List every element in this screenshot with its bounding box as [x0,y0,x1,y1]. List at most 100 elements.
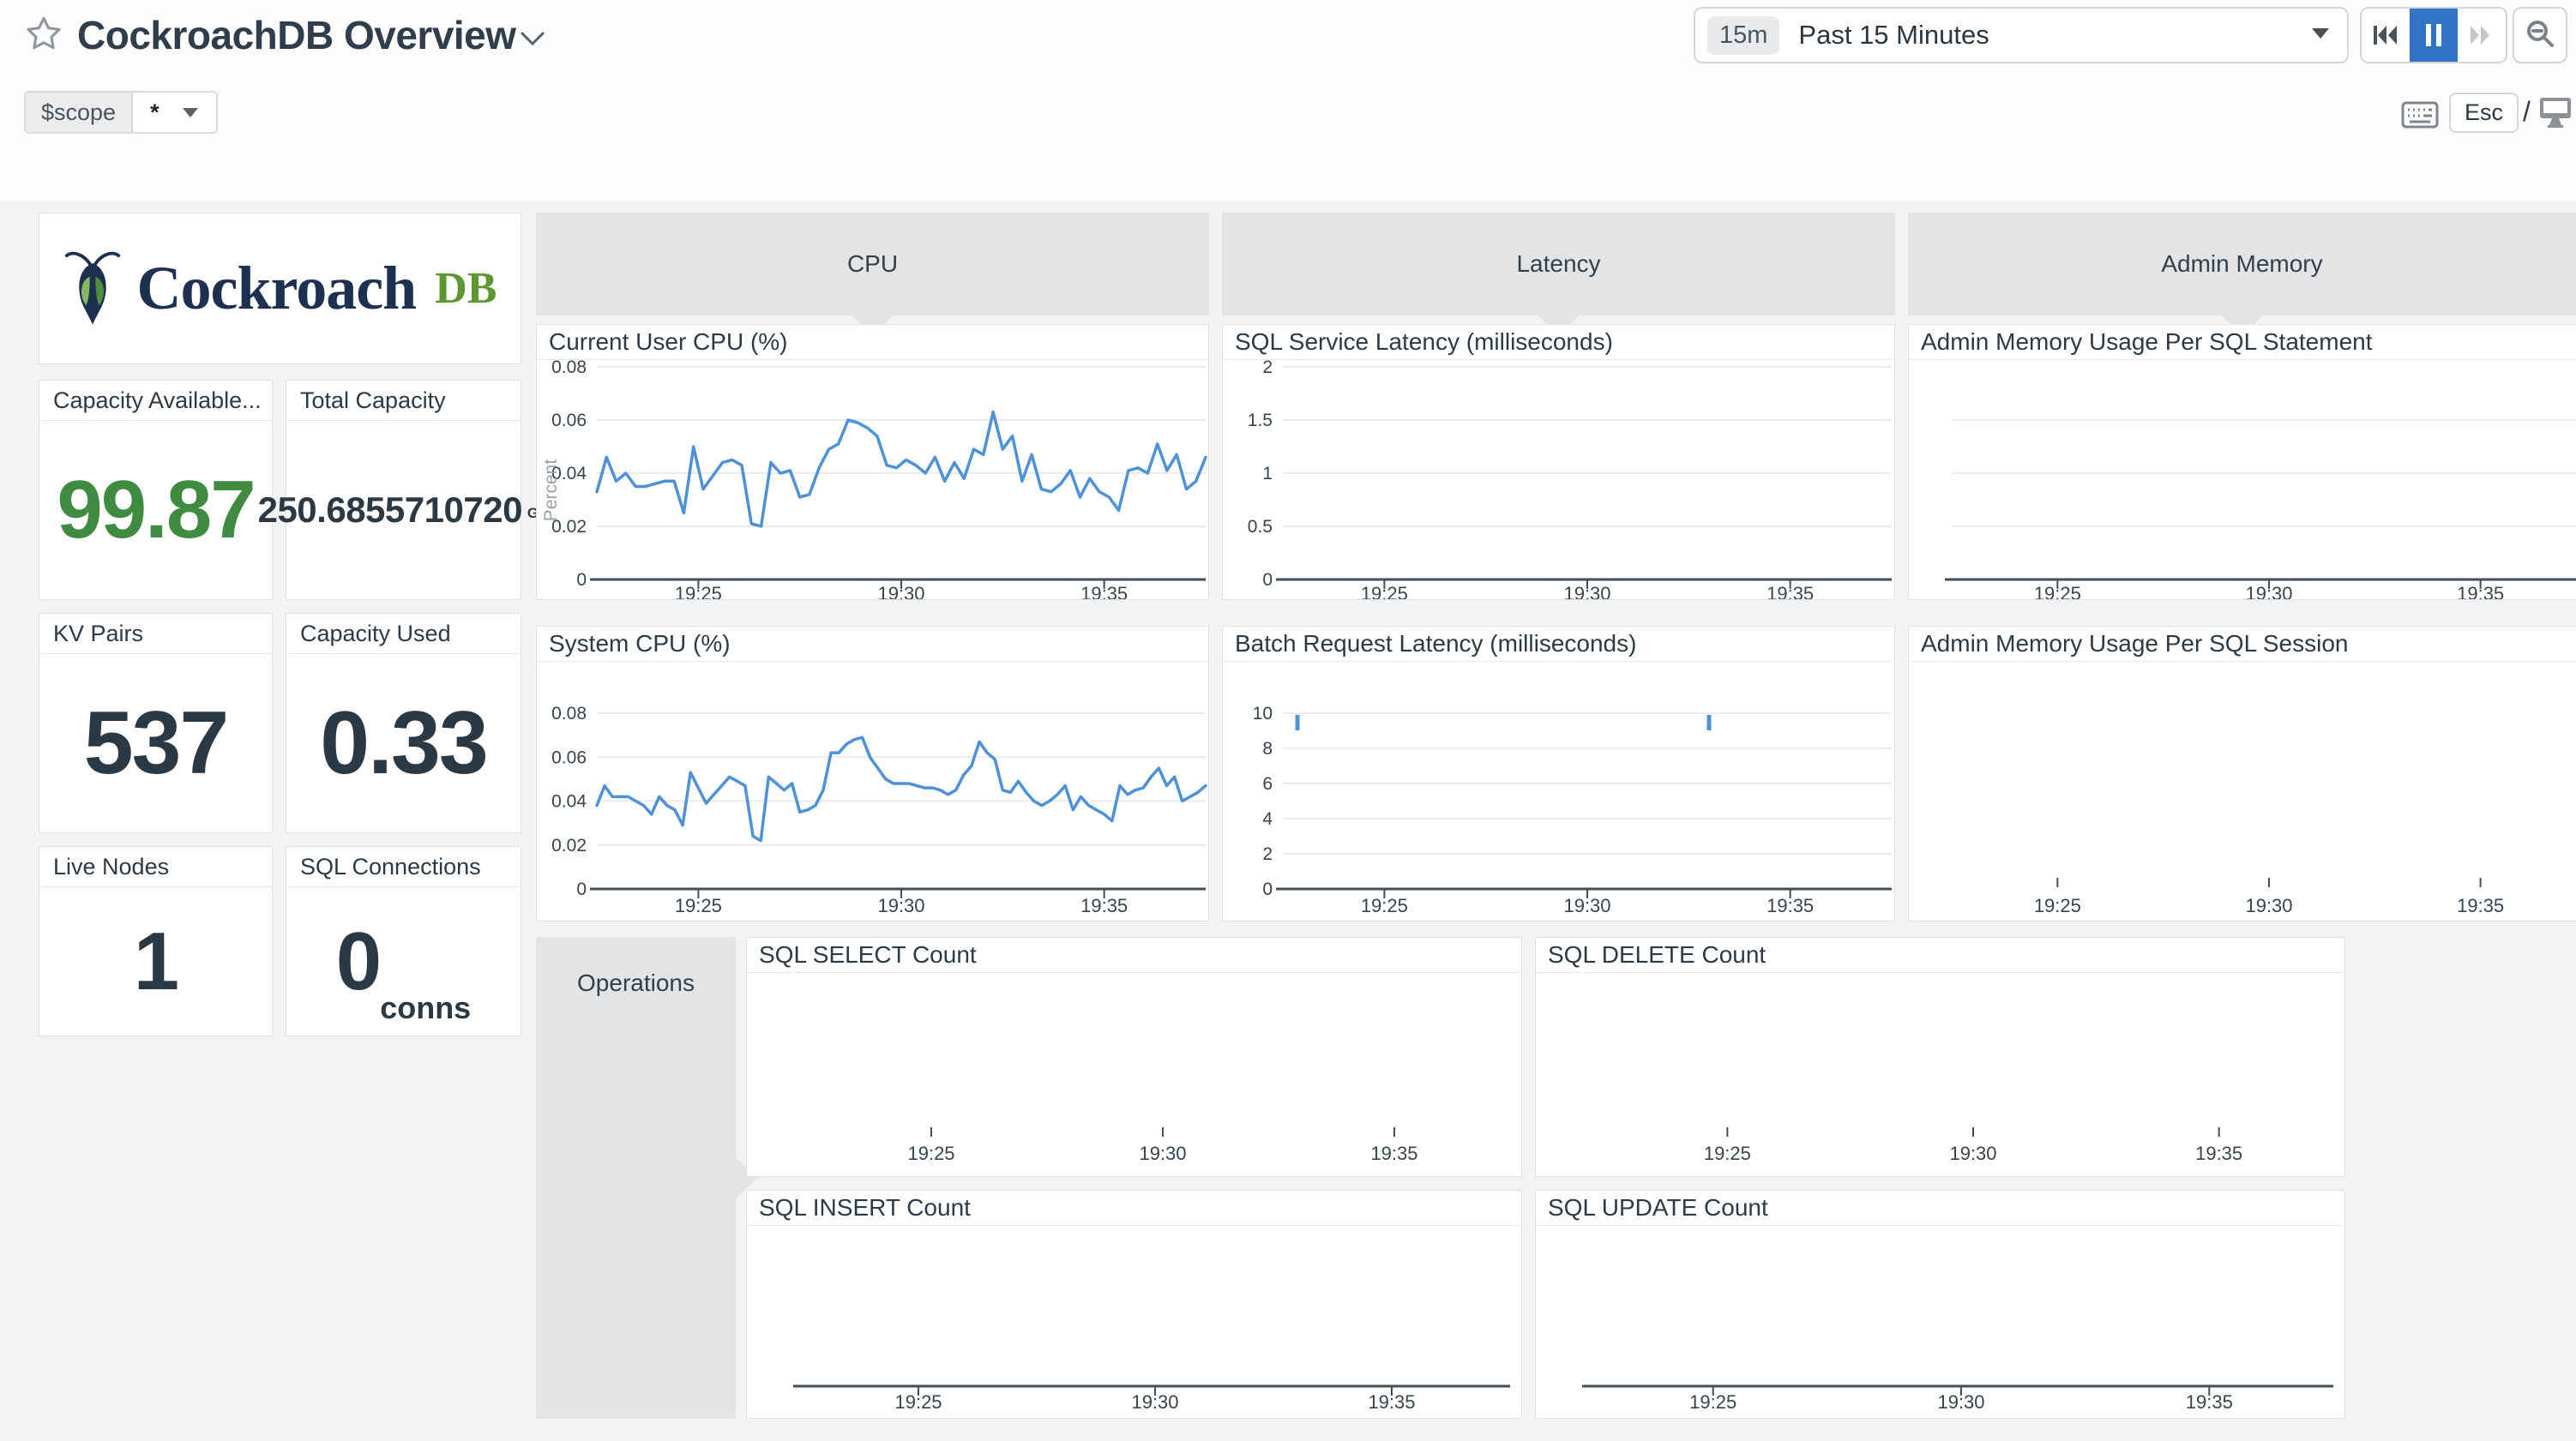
scope-filter-value[interactable]: * [133,93,216,132]
stat-title: SQL Connections [286,847,521,887]
stat-card-sql-connections: SQL Connections 0 conns [286,846,521,1036]
svg-text:19:25: 19:25 [2034,583,2081,599]
group-header-label: Latency [1516,250,1600,278]
svg-text:19:25: 19:25 [1361,583,1408,599]
svg-text:2: 2 [1262,360,1273,377]
svg-text:6: 6 [1262,774,1273,794]
chart-title: Batch Request Latency (milliseconds) [1223,627,1894,662]
svg-text:19:25: 19:25 [894,1391,942,1413]
svg-text:0.08: 0.08 [551,704,587,724]
group-header-operations[interactable]: Operations [536,937,736,1419]
pause-button[interactable] [2410,9,2458,62]
svg-text:0: 0 [576,880,587,899]
chart-admin-memory-session: Admin Memory Usage Per SQL Session 19:25… [1908,626,2576,922]
scope-filter-label: $scope [26,93,133,132]
monitor-icon[interactable] [2538,96,2573,133]
scope-caret-icon [182,106,199,118]
chart-batch-request-latency: Batch Request Latency (milliseconds) 0 2 4… [1222,626,1895,922]
svg-text:4: 4 [1262,809,1273,829]
cockroach-bug-icon [63,246,122,331]
svg-text:19:30: 19:30 [877,895,924,916]
chart-plot-area[interactable]: 024681019:2519:3019:35 [1223,662,1894,921]
chart-plot-area[interactable]: 19:2519:3019:35 [1536,973,2344,1176]
chart-ylabel: Percent [541,452,562,529]
scope-filter[interactable]: $scope * [24,91,218,134]
stat-value: 0 [336,921,380,1003]
svg-text:0: 0 [1262,570,1273,590]
svg-text:19:30: 19:30 [1131,1391,1178,1413]
title-chevron-down-icon[interactable] [518,29,547,52]
chart-plot-area[interactable]: 19:2519:3019:35 [1909,360,2576,599]
chart-sql-delete-count: SQL DELETE Count 19:2519:3019:35 [1535,937,2345,1177]
stat-title: Total Capacity [286,381,521,421]
chart-sql-select-count: SQL SELECT Count 19:2519:3019:35 [746,937,1522,1177]
time-range-selector[interactable]: 15m Past 15 Minutes [1694,7,2349,63]
chart-system-cpu: System CPU (%) 00.020.040.060.0819:2519:… [536,626,1209,922]
stat-title: KV Pairs [39,614,272,654]
chart-sql-update-count: SQL UPDATE Count 19:2519:3019:35 [1535,1190,2345,1419]
chart-plot-area[interactable]: 00.511.5219:2519:3019:35 [1223,360,1894,599]
svg-text:19:25: 19:25 [1361,895,1408,916]
stat-value: 1 [134,921,178,1003]
group-header-label: Admin Memory [2161,250,2322,278]
keyboard-icon [2401,101,2439,133]
chart-title: Admin Memory Usage Per SQL Statement [1909,325,2576,360]
chart-title: SQL SELECT Count [747,938,1521,973]
svg-text:0.5: 0.5 [1248,517,1273,537]
stat-value: 99.87 [57,469,254,551]
chart-plot-area[interactable]: 19:2519:3019:35 [747,1226,1521,1418]
chart-current-user-cpu: Current User CPU (%) Percent 00.020.040.… [536,324,1209,600]
svg-text:0: 0 [576,570,587,590]
logo-word: Cockroach [137,253,417,324]
group-header-admin-memory[interactable]: Admin Memory [1908,213,2576,315]
time-range-badge: 15m [1707,16,1779,55]
chart-plot-area[interactable]: 00.020.040.060.0819:2519:3019:35 [537,662,1208,921]
stat-value: 250.6855710720 [258,492,522,528]
chart-title: Current User CPU (%) [537,325,1208,360]
chart-plot-area[interactable]: 19:2519:3019:35 [1909,662,2576,921]
chart-title: Admin Memory Usage Per SQL Session [1909,627,2576,662]
svg-text:0.06: 0.06 [551,748,587,767]
chart-plot-area[interactable]: 19:2519:3019:35 [747,973,1521,1176]
chart-sql-insert-count: SQL INSERT Count 19:2519:3019:35 [746,1190,1522,1419]
esc-key-hint: Esc [2449,93,2519,133]
stat-value: 537 [84,699,228,788]
stat-card-kv-pairs: KV Pairs 537 [39,613,273,833]
svg-text:8: 8 [1262,739,1273,759]
svg-text:0.08: 0.08 [551,360,587,377]
svg-text:19:35: 19:35 [1766,895,1814,916]
time-range-label: Past 15 Minutes [1798,20,1989,51]
chart-plot-area[interactable]: Percent 00.020.040.060.0819:2519:3019:35 [537,360,1208,599]
svg-text:19:25: 19:25 [2034,895,2081,916]
favorite-star-icon[interactable] [24,14,63,57]
svg-text:0: 0 [1262,880,1273,899]
stat-card-live-nodes: Live Nodes 1 [39,846,273,1036]
page-title: CockroachDB Overview [77,12,516,58]
svg-text:19:25: 19:25 [1689,1391,1736,1413]
group-header-label: Operations [536,970,736,997]
svg-text:19:25: 19:25 [675,895,722,916]
group-header-cpu[interactable]: CPU [536,213,1209,315]
top-bar: CockroachDB Overview 15m Past 15 Minutes [0,0,2576,201]
svg-text:19:35: 19:35 [1370,1143,1417,1164]
group-header-latency[interactable]: Latency [1222,213,1895,315]
logo-db: DB [435,263,497,314]
svg-text:0.04: 0.04 [551,792,587,812]
chart-plot-area[interactable]: 19:2519:3019:35 [1536,1226,2344,1418]
slash-key-hint: / [2523,96,2531,128]
svg-text:10: 10 [1253,704,1273,724]
svg-text:19:30: 19:30 [1937,1391,1984,1413]
rewind-button[interactable] [2362,9,2410,62]
svg-text:19:35: 19:35 [1766,583,1814,599]
fast-forward-button[interactable] [2458,9,2506,62]
svg-text:1.5: 1.5 [1248,411,1273,430]
svg-text:19:25: 19:25 [675,583,722,599]
stat-card-total-capacity: Total Capacity 250.6855710720 GB [286,380,521,600]
svg-text:19:35: 19:35 [1080,583,1128,599]
stat-unit: conns [380,993,471,1036]
svg-text:0.06: 0.06 [551,411,587,430]
playback-controls [2360,7,2507,63]
svg-text:2: 2 [1262,844,1273,864]
svg-text:1: 1 [1262,464,1273,483]
zoom-out-button[interactable] [2513,7,2567,63]
